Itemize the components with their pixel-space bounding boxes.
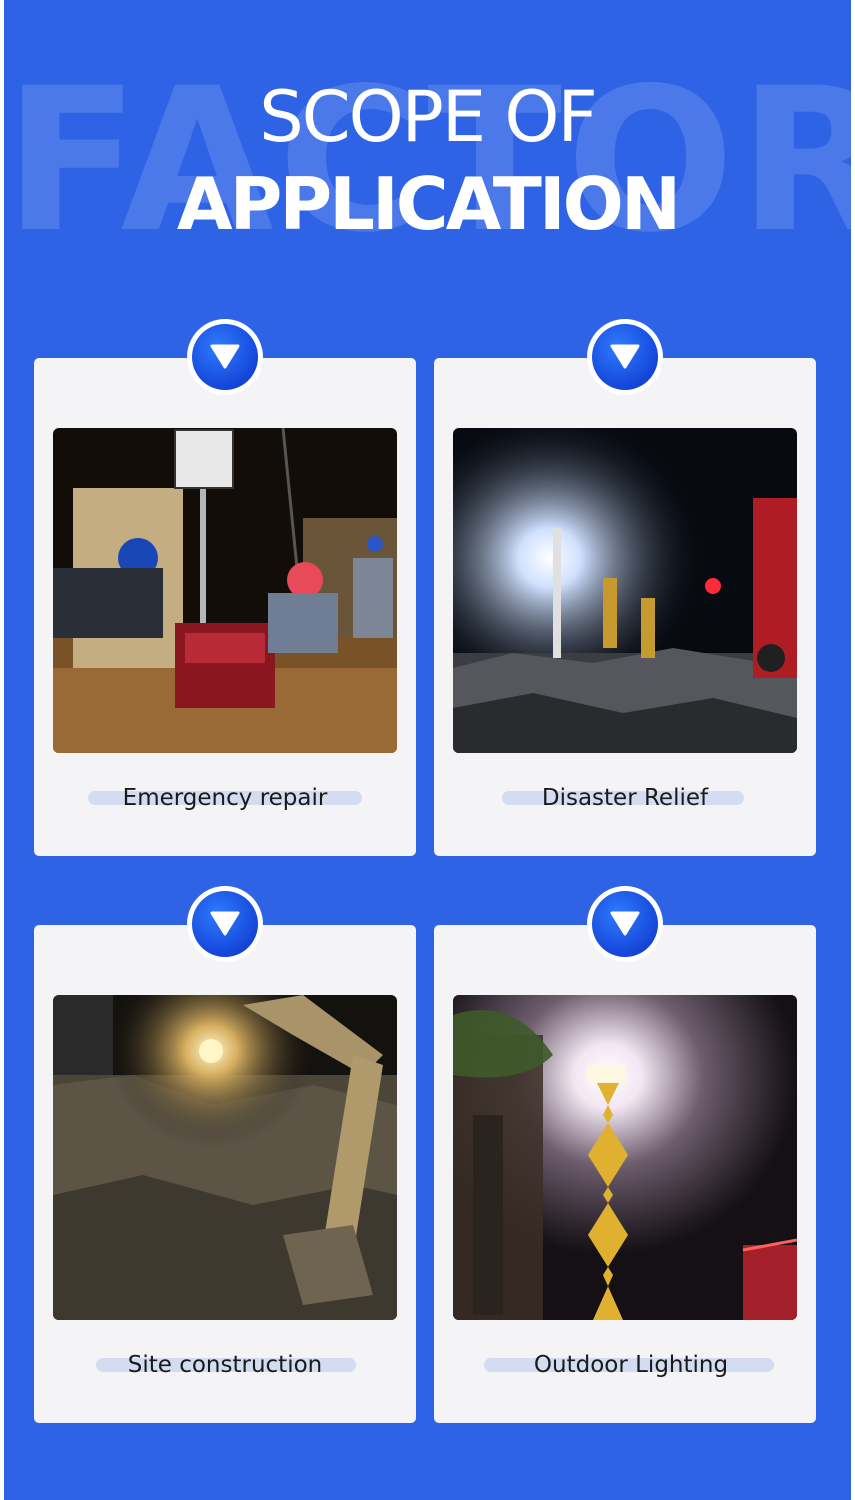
chevron-down-icon	[210, 911, 240, 936]
photo-site-construction	[53, 995, 397, 1320]
card-outdoor-lighting: Outdoor Lighting	[434, 886, 816, 1423]
badge	[187, 319, 263, 395]
card-label: Emergency repair	[122, 785, 328, 811]
chevron-down-icon	[210, 344, 240, 369]
badge	[587, 886, 663, 962]
photo-disaster-relief	[453, 428, 797, 753]
chevron-down-icon	[610, 911, 640, 936]
photo-emergency-repair	[53, 428, 397, 753]
badge	[587, 319, 663, 395]
chevron-down-icon	[610, 344, 640, 369]
photo-outdoor-lighting	[453, 995, 797, 1320]
card-emergency-repair: Emergency repair	[34, 319, 416, 856]
card-label: Disaster Relief	[541, 785, 709, 811]
page-title-line1: SCOPE OF	[259, 76, 597, 158]
badge	[187, 886, 263, 962]
page: FACTORY SCOPE OF APPLICATION	[4, 0, 851, 1500]
card-label: Site construction	[127, 1352, 323, 1378]
card-disaster-relief: Disaster Relief	[434, 319, 816, 856]
card-site-construction: Site construction	[34, 886, 416, 1423]
page-title-line2: APPLICATION	[176, 162, 681, 246]
card-label: Outdoor Lighting	[533, 1352, 729, 1378]
